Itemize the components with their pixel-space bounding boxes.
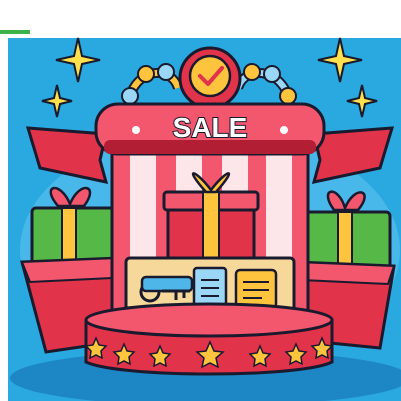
sale-sign-text: SALE (173, 112, 248, 143)
sale-booth-illustration: SALE (0, 0, 401, 401)
green-accent-line (0, 30, 30, 34)
top-strip (0, 0, 401, 12)
stage-platform (84, 302, 334, 376)
sale-illustration-stage: SALE (0, 0, 401, 401)
checkmark-badge-icon (178, 46, 242, 110)
coupon-icon (234, 268, 278, 310)
